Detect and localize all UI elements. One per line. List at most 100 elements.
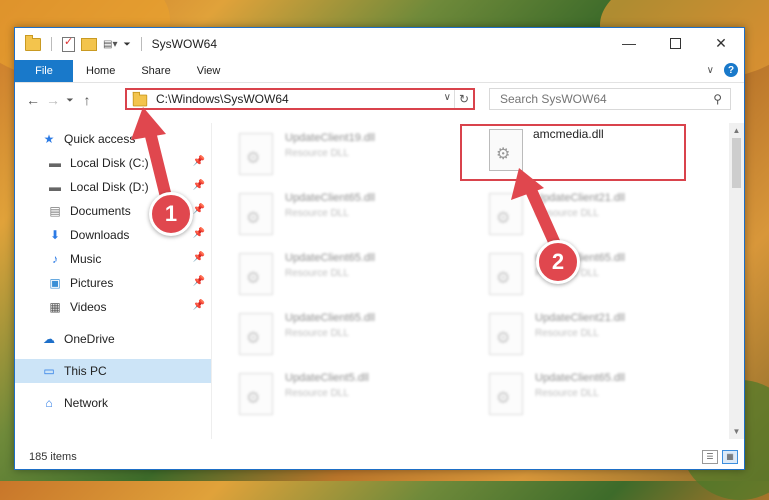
divider bbox=[51, 37, 52, 51]
dll-file-icon bbox=[239, 313, 273, 355]
nav-item-videos[interactable]: ▦ Videos 📌 bbox=[15, 295, 211, 319]
nav-item-music[interactable]: ♪ Music 📌 bbox=[15, 247, 211, 271]
customize-toolbar-icon[interactable]: ▤▾ bbox=[103, 39, 117, 50]
scrollbar-thumb[interactable] bbox=[732, 138, 741, 188]
scroll-up-icon[interactable]: ▲ bbox=[729, 123, 744, 138]
tab-file[interactable]: File bbox=[15, 60, 73, 82]
file-item[interactable]: UpdateClient21.dll Resource DLL bbox=[475, 305, 700, 361]
item-count: 185 items bbox=[29, 451, 77, 463]
file-type: Resource DLL bbox=[285, 268, 349, 279]
expand-ribbon-icon[interactable]: ∨ bbox=[707, 65, 714, 76]
pin-icon[interactable]: 📌 bbox=[193, 156, 205, 167]
recent-locations-icon[interactable]: ⏷ bbox=[63, 95, 77, 106]
address-path[interactable]: C:\Windows\SysWOW64 bbox=[156, 92, 289, 106]
file-item[interactable]: UpdateClient5.dll Resource DLL bbox=[225, 365, 450, 421]
quick-access-toolbar: ▤▾ ⏷ bbox=[25, 34, 146, 52]
documents-icon: ▤ bbox=[49, 204, 61, 218]
nav-item-label: Local Disk (C:) bbox=[70, 156, 149, 170]
dll-file-icon bbox=[489, 193, 523, 235]
tab-share[interactable]: Share bbox=[128, 60, 183, 82]
nav-item-label: Videos bbox=[70, 300, 107, 314]
pin-icon[interactable]: 📌 bbox=[193, 276, 205, 287]
nav-item-pictures[interactable]: ▣ Pictures 📌 bbox=[15, 271, 211, 295]
music-icon: ♪ bbox=[52, 252, 58, 266]
nav-item-quick-access[interactable]: ★ Quick access bbox=[15, 127, 211, 151]
file-item[interactable]: UpdateClient65.dll Resource DLL bbox=[475, 245, 700, 301]
pin-icon[interactable]: 📌 bbox=[193, 228, 205, 239]
cloud-icon: ☁ bbox=[43, 332, 55, 346]
drive-icon: ▬ bbox=[49, 156, 61, 170]
dll-file-icon bbox=[239, 133, 273, 175]
file-name: UpdateClient21.dll bbox=[535, 192, 625, 204]
tab-view[interactable]: View bbox=[184, 60, 234, 82]
network-icon: ⌂ bbox=[45, 396, 53, 410]
pin-icon[interactable]: 📌 bbox=[193, 180, 205, 191]
file-type: Resource DLL bbox=[535, 208, 599, 219]
dll-file-icon bbox=[489, 253, 523, 295]
nav-item-this-pc[interactable]: ▭ This PC bbox=[15, 359, 211, 383]
properties-icon[interactable] bbox=[62, 35, 75, 52]
file-item[interactable]: UpdateClient65.dll Resource DLL bbox=[225, 305, 450, 361]
divider bbox=[211, 123, 212, 439]
close-button[interactable]: ✕ bbox=[698, 28, 744, 58]
navigation-pane: ★ Quick access ▬ Local Disk (C:) 📌 ▬ Loc… bbox=[15, 123, 211, 439]
pin-icon[interactable]: 📌 bbox=[193, 300, 205, 311]
file-item[interactable]: UpdateClient65.dll Resource DLL bbox=[475, 365, 700, 421]
new-folder-icon[interactable] bbox=[81, 37, 97, 51]
status-bar: 185 items ☰ ▦ bbox=[15, 445, 744, 469]
file-item[interactable]: UpdateClient65.dll Resource DLL bbox=[225, 245, 450, 301]
file-type: Resource DLL bbox=[535, 328, 599, 339]
back-icon[interactable]: ← bbox=[23, 92, 43, 108]
folder-icon bbox=[132, 91, 148, 107]
nav-item-label: Network bbox=[64, 396, 109, 410]
window-title: SysWOW64 bbox=[151, 37, 218, 51]
dll-file-icon bbox=[239, 253, 273, 295]
chevron-down-icon[interactable]: ⏷ bbox=[123, 39, 130, 50]
maximize-button[interactable] bbox=[652, 28, 698, 58]
file-name: UpdateClient65.dll bbox=[285, 312, 375, 324]
file-name: UpdateClient5.dll bbox=[285, 372, 369, 384]
search-input[interactable] bbox=[498, 91, 702, 107]
address-row: ← → ⏷ ↑ C:\Windows\SysWOW64 ∨ ↻ ⚲ bbox=[15, 83, 744, 117]
search-box[interactable]: ⚲ bbox=[489, 88, 731, 110]
file-name: UpdateClient19.dll bbox=[285, 132, 375, 144]
step-badge-1: 1 bbox=[149, 192, 193, 236]
maximize-icon bbox=[669, 37, 681, 49]
search-icon: ⚲ bbox=[713, 92, 722, 106]
nav-item-label: Local Disk (D:) bbox=[70, 180, 149, 194]
step-badge-2: 2 bbox=[536, 240, 580, 284]
large-icons-view-icon[interactable]: ▦ bbox=[722, 450, 738, 464]
pin-icon[interactable]: 📌 bbox=[193, 204, 205, 215]
nav-item-label: Downloads bbox=[70, 228, 130, 242]
ribbon-tabs: File Home Share View ∨ ? bbox=[15, 60, 744, 83]
chevron-down-icon[interactable]: ∨ bbox=[444, 92, 451, 103]
file-type: Resource DLL bbox=[285, 148, 349, 159]
nav-item-local-disk-c[interactable]: ▬ Local Disk (C:) 📌 bbox=[15, 151, 211, 175]
divider bbox=[140, 37, 142, 51]
vertical-scrollbar[interactable]: ▲ ▼ bbox=[729, 123, 744, 439]
details-view-icon[interactable]: ☰ bbox=[702, 450, 718, 464]
pin-icon[interactable]: 📌 bbox=[193, 252, 205, 263]
dll-file-icon bbox=[489, 373, 523, 415]
file-item[interactable]: UpdateClient65.dll Resource DLL bbox=[225, 185, 450, 241]
star-icon: ★ bbox=[43, 132, 55, 146]
refresh-icon[interactable]: ↻ bbox=[454, 90, 473, 108]
nav-item-label: Quick access bbox=[64, 132, 136, 146]
file-type: Resource DLL bbox=[535, 388, 599, 399]
file-item[interactable]: UpdateClient21.dll Resource DLL bbox=[475, 185, 700, 241]
address-bar[interactable]: C:\Windows\SysWOW64 ∨ ↻ bbox=[125, 88, 475, 110]
explorer-window: ▤▾ ⏷ SysWOW64 — ✕ File Home Share View ∨… bbox=[14, 27, 745, 470]
up-icon[interactable]: ↑ bbox=[77, 92, 97, 108]
scroll-down-icon[interactable]: ▼ bbox=[729, 424, 744, 439]
pictures-icon: ▣ bbox=[49, 276, 61, 290]
nav-item-network[interactable]: ⌂ Network bbox=[15, 391, 211, 415]
minimize-button[interactable]: — bbox=[606, 28, 652, 58]
videos-icon: ▦ bbox=[49, 300, 61, 314]
file-item[interactable]: UpdateClient19.dll Resource DLL bbox=[225, 125, 450, 181]
tab-home[interactable]: Home bbox=[73, 60, 128, 82]
forward-icon[interactable]: → bbox=[43, 92, 63, 108]
file-name: UpdateClient21.dll bbox=[535, 312, 625, 324]
nav-item-onedrive[interactable]: ☁ OneDrive bbox=[15, 327, 211, 351]
help-icon[interactable]: ? bbox=[724, 63, 738, 77]
file-name: UpdateClient65.dll bbox=[285, 192, 375, 204]
